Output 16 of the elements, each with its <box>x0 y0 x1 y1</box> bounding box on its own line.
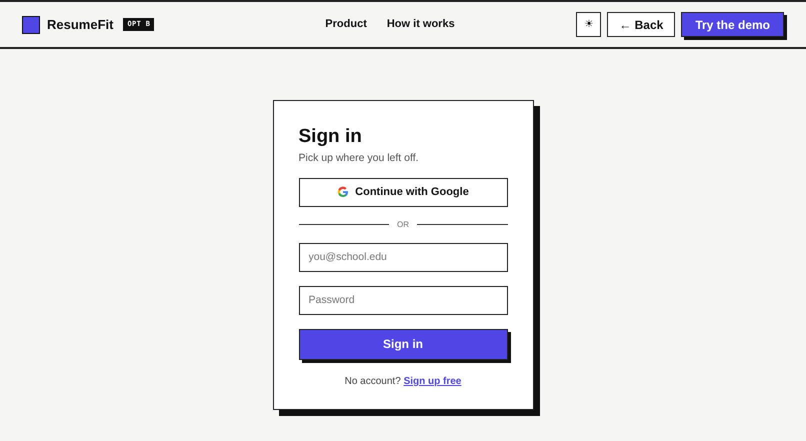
no-account-text: No account? <box>344 376 401 387</box>
brand-name: ResumeFit <box>47 16 114 34</box>
demo-button[interactable]: Try the demo <box>681 12 784 37</box>
google-icon <box>337 186 350 198</box>
sign-up-link[interactable]: Sign up free <box>404 376 462 387</box>
back-button[interactable]: ← Back <box>607 12 676 37</box>
card-subtitle: Pick up where you left off. <box>298 151 420 166</box>
card-title: Sign in <box>298 126 363 148</box>
nav-link[interactable]: How it works <box>386 16 455 33</box>
divider-label: OR <box>397 218 409 231</box>
nav-link[interactable]: Product <box>325 16 367 33</box>
theme-toggle-button[interactable]: ☀ <box>576 12 602 37</box>
email-field[interactable]: you@school.edu <box>298 242 508 272</box>
google-button[interactable]: Continue with Google <box>298 178 508 207</box>
password-field[interactable]: Password <box>298 286 508 315</box>
logo-icon <box>22 16 40 34</box>
